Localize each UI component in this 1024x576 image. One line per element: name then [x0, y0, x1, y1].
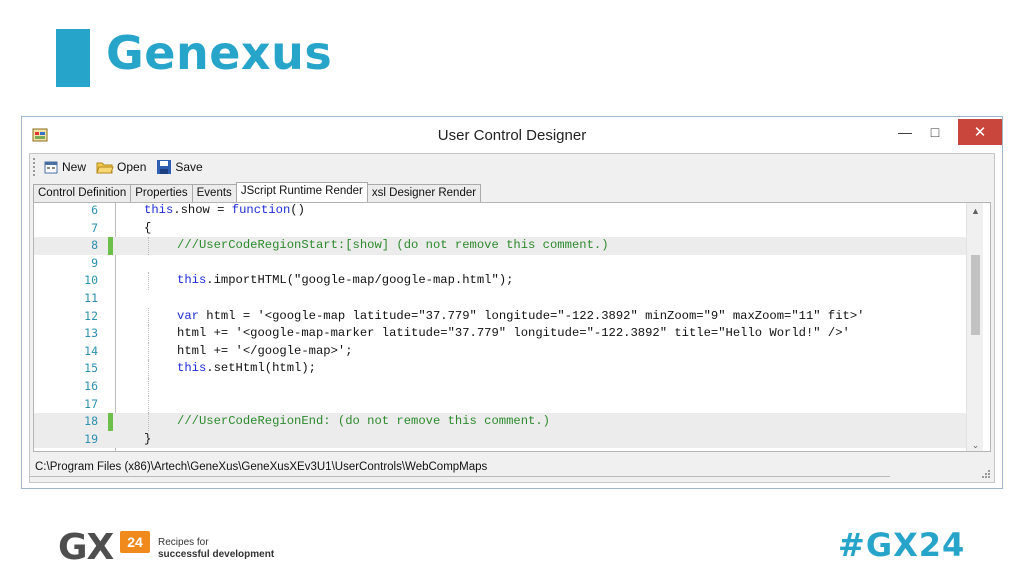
save-label: Save: [175, 160, 203, 174]
tab-jscript-runtime-render[interactable]: JScript Runtime Render: [235, 182, 368, 202]
code-line: 16: [34, 378, 966, 396]
title-accent-bar: [56, 29, 90, 87]
close-icon: ✕: [973, 124, 987, 141]
user-control-designer-window: User Control Designer — □ ✕ New Open Sav…: [21, 116, 1003, 489]
line-number: 17: [84, 396, 98, 411]
indent-guide: [148, 378, 149, 396]
slide-title: Genexus: [106, 26, 333, 80]
code-text: this.show = function(): [144, 203, 305, 217]
scroll-down-icon[interactable]: ⌄: [967, 437, 984, 451]
indent-guide: [148, 395, 149, 414]
code-text: {: [144, 220, 152, 235]
scroll-up-icon[interactable]: ▲: [967, 203, 984, 219]
changed-line-marker: [108, 413, 113, 431]
indent-guide: [148, 360, 149, 378]
code-line: 8 ///UserCodeRegionStart:[show] (do not …: [34, 237, 966, 255]
line-number: 18: [84, 414, 98, 429]
code-text: html += '<google-map-marker latitude="37…: [177, 326, 850, 341]
code-line: 6 this.show = function(): [34, 203, 966, 220]
maximize-button[interactable]: □: [920, 119, 950, 145]
indent-guide: [148, 342, 149, 361]
changed-line-marker: [108, 237, 113, 255]
code-comment: ///UserCodeRegionEnd: (do not remove thi…: [177, 414, 550, 429]
code-text: this.setHtml(html);: [177, 361, 316, 376]
vertical-scrollbar[interactable]: ▲ ⌄: [966, 203, 984, 451]
gx-logo-badge: 24: [120, 531, 150, 553]
line-number: 14: [84, 343, 98, 358]
line-number: 10: [84, 273, 98, 288]
minimize-icon: —: [898, 124, 912, 140]
indent-guide: [148, 325, 149, 343]
line-number: 16: [84, 379, 98, 393]
line-number: 9: [91, 255, 98, 270]
indent-guide: [148, 237, 149, 255]
tab-properties[interactable]: Properties: [130, 184, 193, 202]
indent-guide: [148, 413, 149, 431]
open-button[interactable]: Open: [96, 159, 146, 175]
status-bar: C:\Program Files (x86)\Artech\GeneXus\Ge…: [30, 456, 994, 482]
new-label: New: [62, 160, 87, 174]
code-line: 7 {: [34, 220, 966, 238]
open-label: Open: [117, 160, 147, 174]
resize-grip-icon[interactable]: [981, 469, 991, 479]
line-number: 8: [91, 238, 98, 253]
indent-guide: [148, 307, 149, 326]
code-text: var html = '<google-map latitude="37.779…: [177, 308, 865, 323]
line-number: 19: [84, 431, 98, 446]
code-line: 15 this.setHtml(html);: [34, 360, 966, 378]
gx-logo-tagline: Recipes for: [158, 537, 209, 548]
line-number: 12: [84, 308, 98, 323]
window-titlebar[interactable]: User Control Designer — □ ✕: [22, 117, 1002, 153]
code-editor[interactable]: 6 this.show = function() 7 { 8 ///UserCo…: [33, 202, 991, 452]
new-file-icon: [44, 161, 58, 174]
code-line: 18 ///UserCodeRegionEnd: (do not remove …: [34, 413, 966, 431]
tab-xsl-designer-render[interactable]: xsl Designer Render: [366, 184, 482, 202]
code-text: html += '</google-map>';: [177, 343, 353, 358]
tab-events[interactable]: Events: [191, 184, 237, 202]
save-button[interactable]: Save: [156, 159, 203, 175]
line-number: 13: [84, 326, 98, 341]
line-number: 15: [84, 361, 98, 376]
status-divider: [30, 476, 890, 477]
save-disk-icon: [157, 160, 172, 174]
code-line: 13 html += '<google-map-marker latitude=…: [34, 325, 966, 343]
code-comment: ///UserCodeRegionStart:[show] (do not re…: [177, 238, 609, 253]
window-title: User Control Designer: [437, 127, 587, 144]
maximize-icon: □: [930, 124, 940, 140]
gx24-logo: GX 24 Recipes for successful development: [58, 527, 278, 569]
code-text: }: [144, 431, 152, 446]
code-text: this.importHTML("google-map/google-map.h…: [177, 273, 514, 288]
code-line: 14 html += '</google-map>';: [34, 342, 966, 361]
line-number: 11: [84, 291, 98, 305]
code-line: 12 var html = '<google-map latitude="37.…: [34, 307, 966, 326]
code-line: 9: [34, 255, 966, 273]
line-number: 6: [91, 203, 98, 217]
new-button[interactable]: New: [43, 159, 86, 175]
minimize-button[interactable]: —: [890, 119, 920, 145]
code-line: 17: [34, 395, 966, 414]
code-line: 11: [34, 290, 966, 308]
scrollbar-thumb[interactable]: [971, 255, 980, 335]
status-path: C:\Program Files (x86)\Artech\GeneXus\Ge…: [35, 461, 488, 473]
tab-control-definition[interactable]: Control Definition: [33, 184, 132, 202]
indent-guide: [148, 272, 149, 290]
line-number: 7: [91, 220, 98, 235]
code-line: 19 }: [34, 430, 966, 449]
gx-logo-tagline-bold: successful development: [158, 549, 275, 560]
window-client-area: New Open Save Control Definition Propert…: [29, 153, 995, 483]
designer-tabs: Control Definition Properties Events JSc…: [33, 182, 482, 202]
close-button[interactable]: ✕: [958, 119, 1002, 145]
toolbar: New Open Save: [30, 154, 994, 180]
event-hashtag: #GX24: [838, 526, 966, 564]
open-folder-icon: [96, 162, 114, 174]
gx-logo-mark: GX: [58, 527, 114, 568]
toolbar-grip[interactable]: [33, 158, 37, 176]
code-line: 10 this.importHTML("google-map/google-ma…: [34, 272, 966, 290]
